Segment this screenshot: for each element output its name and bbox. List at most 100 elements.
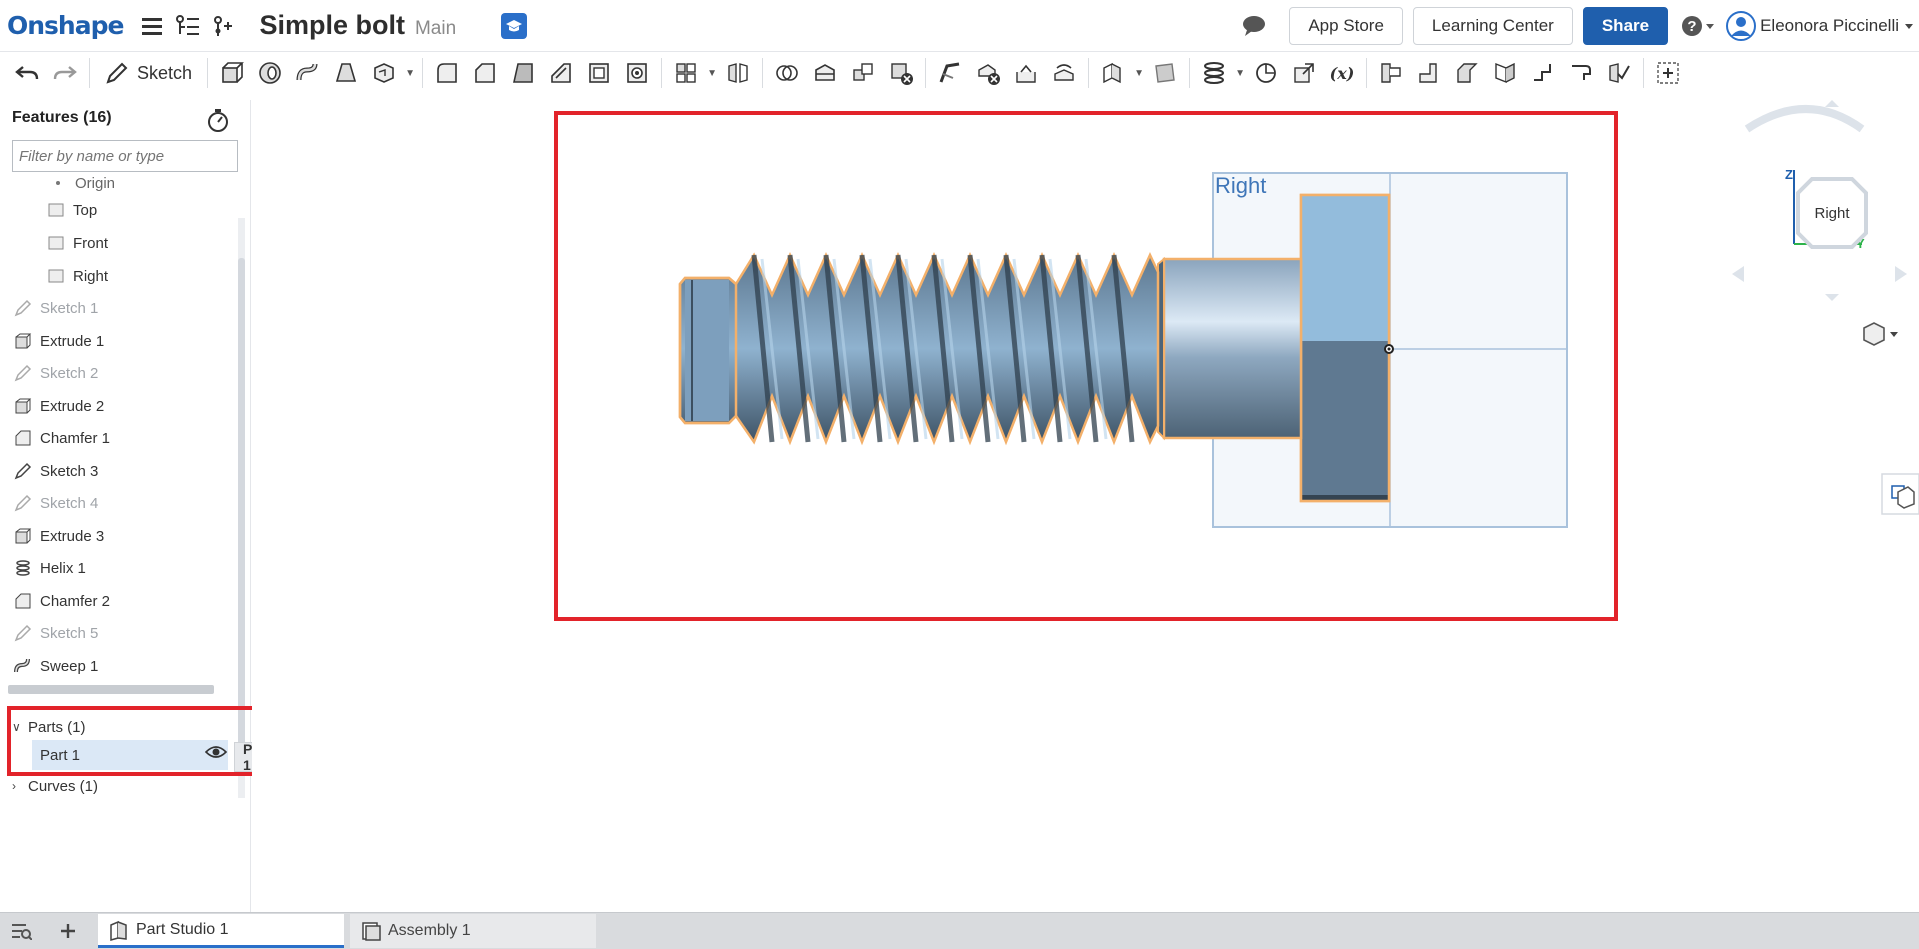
sweep-icon[interactable] [289, 55, 327, 91]
menu-icon[interactable] [137, 11, 167, 41]
app-store-button[interactable]: App Store [1289, 7, 1403, 45]
feature-item-label: Top [73, 201, 98, 219]
part-studio-icon [110, 920, 127, 941]
draft-icon[interactable] [504, 55, 542, 91]
loft-icon[interactable] [327, 55, 365, 91]
user-menu[interactable]: Eleonora Piccinelli [1726, 11, 1915, 41]
feature-item-sketch-2[interactable]: Sketch 2 [13, 358, 98, 388]
replace-face-icon[interactable] [1045, 55, 1083, 91]
top-bar: Onshape Simple bolt Main App Store Learn… [0, 0, 1919, 52]
feature-list-horizontal-scrollbar[interactable] [8, 685, 214, 694]
tab-assembly-1[interactable]: Assembly 1 [350, 914, 596, 948]
move-face-icon[interactable] [1007, 55, 1045, 91]
curves-section-header[interactable]: › Curves (1) [12, 773, 98, 799]
fillet-icon[interactable] [428, 55, 466, 91]
extrude-icon [13, 396, 33, 416]
feature-item-origin[interactable]: Origin [48, 172, 115, 194]
form-icon[interactable] [1562, 55, 1600, 91]
thicken-icon[interactable] [365, 55, 403, 91]
view-cube[interactable]: Z Y Right [1732, 100, 1907, 301]
plane-icon[interactable] [1094, 55, 1132, 91]
measure-icon[interactable] [1247, 55, 1285, 91]
boolean-icon[interactable] [768, 55, 806, 91]
tab-icon[interactable] [1448, 55, 1486, 91]
finish-sheet-metal-icon[interactable] [1600, 55, 1638, 91]
onshape-logo[interactable]: Onshape [7, 11, 124, 40]
share-button[interactable]: Share [1582, 7, 1669, 45]
feature-item-label: Chamfer 2 [40, 592, 111, 610]
sheet-metal-icon[interactable] [1372, 55, 1410, 91]
feature-item-label: Sketch 1 [40, 299, 99, 317]
feature-item-extrude-1[interactable]: Extrude 1 [13, 326, 104, 356]
flange-icon[interactable] [1410, 55, 1448, 91]
feature-item-sketch-4[interactable]: Sketch 4 [13, 488, 98, 518]
feature-item-sketch-1[interactable]: Sketch 1 [13, 293, 98, 323]
view-mode-icon[interactable] [1863, 322, 1898, 346]
linear-pattern-icon[interactable] [667, 55, 705, 91]
chevron-down-icon[interactable]: ▼ [1233, 55, 1247, 91]
learning-badge-icon[interactable] [501, 12, 528, 39]
feature-item-sketch-3[interactable]: Sketch 3 [13, 456, 98, 486]
hole-icon[interactable] [618, 55, 656, 91]
tab-manager-icon[interactable] [6, 914, 42, 948]
bend-relief-icon[interactable] [1524, 55, 1562, 91]
chevron-right-icon: › [12, 779, 16, 793]
feature-item-sketch-5[interactable]: Sketch 5 [13, 618, 98, 648]
mate-connector-icon[interactable] [1146, 55, 1184, 91]
feature-item-label: Sketch 2 [40, 364, 99, 382]
corner-icon[interactable] [1486, 55, 1524, 91]
document-title[interactable]: Simple bolt [259, 10, 405, 41]
chevron-down-icon[interactable]: ▼ [403, 55, 417, 91]
feature-item-extrude-3[interactable]: Extrude 3 [13, 521, 104, 551]
chevron-down-icon[interactable]: ▼ [1132, 55, 1146, 91]
feature-toolbar: Sketch ▼ ▼ ▼ ▼ (x) [0, 52, 1919, 94]
feature-item-front[interactable]: Front [46, 228, 108, 258]
feature-item-sweep-1[interactable]: Sweep 1 [13, 651, 98, 681]
create-version-icon[interactable] [207, 11, 237, 41]
revolve-icon[interactable] [251, 55, 289, 91]
rib-icon[interactable] [542, 55, 580, 91]
delete-face-icon[interactable] [969, 55, 1007, 91]
help-icon[interactable]: ? [1678, 11, 1718, 41]
shell-icon[interactable] [580, 55, 618, 91]
variable-icon[interactable]: (x) [1323, 55, 1361, 91]
features-header: Features (16) [12, 109, 112, 126]
feature-item-chamfer-1[interactable]: Chamfer 1 [13, 423, 110, 453]
feature-item-label: Right [73, 267, 109, 285]
learning-center-button[interactable]: Learning Center [1412, 7, 1573, 45]
feature-item-label: Sweep 1 [40, 657, 99, 675]
add-tab-icon[interactable] [52, 914, 88, 948]
pencil-icon [106, 62, 128, 84]
chevron-down-icon[interactable]: ▼ [705, 55, 719, 91]
feature-item-label: Helix 1 [40, 559, 86, 577]
redo-icon[interactable] [46, 55, 84, 91]
feature-item-right[interactable]: Right [46, 261, 108, 291]
modify-fillet-icon[interactable] [931, 55, 969, 91]
sketch-button[interactable]: Sketch [95, 55, 202, 91]
helix-icon[interactable] [1195, 55, 1233, 91]
rollback-timer-icon[interactable] [206, 108, 230, 139]
chamfer-icon[interactable] [466, 55, 504, 91]
add-custom-feature-icon[interactable] [1649, 55, 1687, 91]
split-icon[interactable] [806, 55, 844, 91]
feature-item-extrude-2[interactable]: Extrude 2 [13, 391, 104, 421]
feature-item-top[interactable]: Top [46, 195, 97, 225]
mirror-icon[interactable] [719, 55, 757, 91]
comments-icon[interactable] [1239, 11, 1269, 41]
top-right-controls: App Store Learning Center Share ? Eleono… [1239, 0, 1919, 52]
tab-part-studio-1[interactable]: Part Studio 1 [98, 914, 344, 948]
branch-name[interactable]: Main [415, 18, 456, 40]
appearance-panel-icon[interactable] [1881, 473, 1919, 515]
assembly-icon [362, 922, 381, 941]
extrude-icon[interactable] [213, 55, 251, 91]
feature-item-helix-1[interactable]: Helix 1 [13, 553, 86, 583]
transform-icon[interactable] [844, 55, 882, 91]
plane-icon [46, 233, 66, 253]
curves-header-label: Curves (1) [28, 777, 99, 795]
feature-filter-input[interactable] [12, 140, 238, 172]
versions-history-icon[interactable] [173, 11, 203, 41]
feature-item-chamfer-2[interactable]: Chamfer 2 [13, 586, 110, 616]
import-icon[interactable] [1285, 55, 1323, 91]
undo-icon[interactable] [8, 55, 46, 91]
delete-part-icon[interactable] [882, 55, 920, 91]
